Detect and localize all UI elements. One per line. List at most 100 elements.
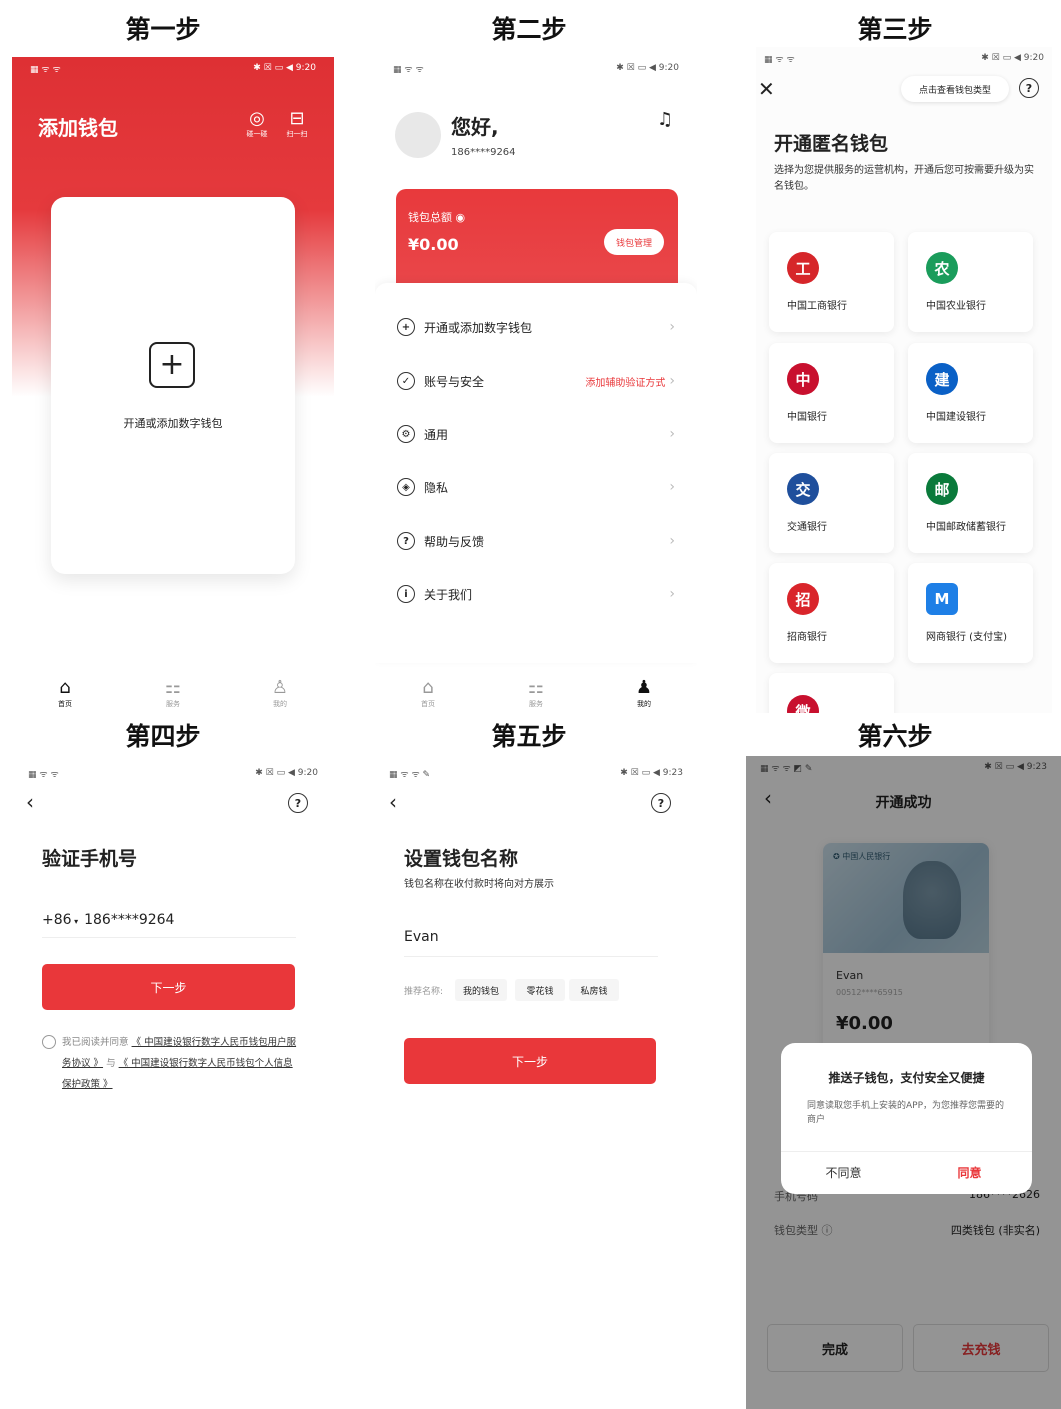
cmb-logo-icon: 招 [787,583,819,615]
mybank-logo-icon: M [926,583,958,615]
suggestion-chip[interactable]: 零花钱 [515,979,565,1001]
tab-service[interactable]: ⚏ 服务 [516,677,556,709]
scan-label: 扫一扫 [286,130,308,138]
user-icon: ♟ [635,677,653,698]
chevron-right-icon: › [669,426,675,442]
bank-name: 中国银行 [787,412,827,423]
next-button[interactable]: 下一步 [404,1038,656,1084]
location-shield-icon: ◈ [397,478,415,496]
wallet-type-button[interactable]: 点击查看钱包类型 [901,76,1009,102]
greeting: 您好, [451,115,499,139]
next-button[interactable]: 下一步 [42,964,295,1010]
tap-button[interactable]: ◎ 碰一碰 [242,109,272,139]
bank-card-cmb[interactable]: 招招商银行 [769,563,894,663]
phone-step1: ▦ ᯤ ᯤ ✱ ☒ ▭ ◀ 9:20 添加钱包 ◎ 碰一碰 ⊟ 扫一扫 + 开通或… [12,57,334,713]
eye-icon: ◉ [455,211,466,224]
caret-down-icon: ▾ [71,916,79,926]
bank-name: 中国工商银行 [787,301,847,312]
menu-item-general[interactable]: ⚙ 通用 › [397,425,675,443]
bank-name: 中国邮政储蓄银行 [926,522,1006,533]
bank-card-ccb[interactable]: 建中国建设银行 [908,343,1033,443]
menu-item-add-wallet[interactable]: + 开通或添加数字钱包 › [397,318,675,336]
tab-service-label: 服务 [166,700,180,708]
user-icon: ♙ [271,677,289,698]
country-code-select[interactable]: +86 ▾ [42,912,78,928]
bank-name: 招商银行 [787,632,827,643]
chevron-right-icon: › [669,586,675,602]
balance-value: ¥0.00 [408,235,459,254]
tab-home[interactable]: ⌂ 首页 [408,677,448,709]
balance-card[interactable]: 钱包总额 ◉ ¥0.00 钱包管理 [396,189,678,289]
menu-item-account-security[interactable]: ✓ 账号与安全 添加辅助验证方式 › [397,372,675,390]
menu-item-privacy[interactable]: ◈ 隐私 › [397,478,675,496]
bank-card-icbc[interactable]: 工中国工商银行 [769,232,894,332]
suggest-label: 推荐名称: [404,987,444,997]
back-icon[interactable]: ‹ [26,790,34,814]
page-title: 添加钱包 [38,116,118,140]
bank-name: 中国农业银行 [926,301,986,312]
menu-item-help[interactable]: ? 帮助与反馈 › [397,532,675,550]
disagree-button[interactable]: 不同意 [781,1153,906,1191]
user-phone: 186****9264 [451,147,516,158]
tab-mine-label: 我的 [273,700,287,708]
modal-divider [781,1151,1032,1152]
menu-panel [375,283,697,663]
bank-name: 交通银行 [787,522,827,533]
agreement-text: 我已阅读并同意 《 中国建设银行数字人民币钱包用户服务协议 》 与 《 中国建设… [62,1037,297,1090]
balance-label: 钱包总额 ◉ [408,211,466,224]
tab-home-label: 首页 [421,700,435,708]
bell-icon[interactable]: ♫ [657,109,673,130]
phone-step4: ▦ ᯤ ᯤ ✱ ☒ ▭ ◀ 9:20 ‹ ? 验证手机号 +86 ▾ 186***… [12,762,334,1402]
avatar[interactable] [395,112,441,158]
page-title: 开通匿名钱包 [774,133,889,155]
back-icon[interactable]: ‹ [389,790,397,814]
target-icon: ◎ [249,108,265,129]
help-icon[interactable]: ? [651,793,671,813]
caption-step3: 第三步 [857,15,933,44]
wallet-name-input[interactable]: Evan [404,917,658,957]
suggestion-chip[interactable]: 私房钱 [569,979,619,1001]
chevron-right-icon: › [669,319,675,335]
tab-mine[interactable]: ♟ 我的 [624,677,664,709]
wallet-manage-button[interactable]: 钱包管理 [604,229,664,255]
bank-card-mybank[interactable]: M 网商银行 (支付宝) [908,563,1033,663]
add-wallet-label: 开通或添加数字钱包 [123,417,223,430]
add-verify-link[interactable]: 添加辅助验证方式 [585,374,665,389]
status-bar: ▦ ᯤ ᯤ ✱ ☒ ▭ ◀ 9:20 [393,63,679,75]
bank-card-boc[interactable]: 中中国银行 [769,343,894,443]
tab-home[interactable]: ⌂ 首页 [45,677,85,709]
bank-card-psbc[interactable]: 邮中国邮政储蓄银行 [908,453,1033,553]
phone-field[interactable]: +86 ▾ 186****9264 [42,902,296,938]
bank-card-bocom[interactable]: 交交通银行 [769,453,894,553]
agree-checkbox[interactable] [42,1035,56,1049]
scan-icon: ⊟ [289,108,305,129]
bank-card-partial[interactable]: 微 [769,673,894,713]
caption-step4: 第四步 [125,722,201,751]
page-title: 设置钱包名称 [404,848,519,870]
home-icon: ⌂ [59,677,71,698]
push-modal: 推送子钱包，支付安全又便捷 同意读取您手机上安装的APP，为您推荐您需要的商户 … [781,1043,1032,1194]
help-icon[interactable]: ? [1019,78,1039,98]
phone-value: 186****9264 [84,911,175,928]
home-icon: ⌂ [422,677,434,698]
phone-step6: ▦ ᯤ ᯤ ◩ ✎ ✱ ☒ ▭ ◀ 9:23 ‹ 开通成功 ✪ 中国人民银行 Ev… [746,756,1061,1409]
help-icon[interactable]: ? [288,793,308,813]
phone-step5: ▦ ᯤ ᯤ ✎ ✱ ☒ ▭ ◀ 9:23 ‹ ? 设置钱包名称 钱包名称在收付款时… [375,762,697,1402]
bank-card-abc[interactable]: 农中国农业银行 [908,232,1033,332]
caption-step6: 第六步 [857,722,933,751]
boc-logo-icon: 中 [787,363,819,395]
page-desc: 钱包名称在收付款时将向对方展示 [404,879,554,890]
menu-item-about[interactable]: i 关于我们 › [397,585,675,603]
caption-step5: 第五步 [491,722,567,751]
agree-button[interactable]: 同意 [907,1153,1032,1191]
plus-icon: + [149,342,195,388]
tab-mine[interactable]: ♙ 我的 [260,677,300,709]
add-wallet-card[interactable]: + 开通或添加数字钱包 [51,197,295,574]
shield-check-icon: ✓ [397,372,415,390]
page-title: 验证手机号 [42,848,138,870]
scan-button[interactable]: ⊟ 扫一扫 [282,109,312,139]
suggestion-chip[interactable]: 我的钱包 [455,979,507,1001]
tab-service[interactable]: ⚏ 服务 [153,677,193,709]
ccb-logo-icon: 建 [926,363,958,395]
close-icon[interactable]: ✕ [758,77,775,101]
